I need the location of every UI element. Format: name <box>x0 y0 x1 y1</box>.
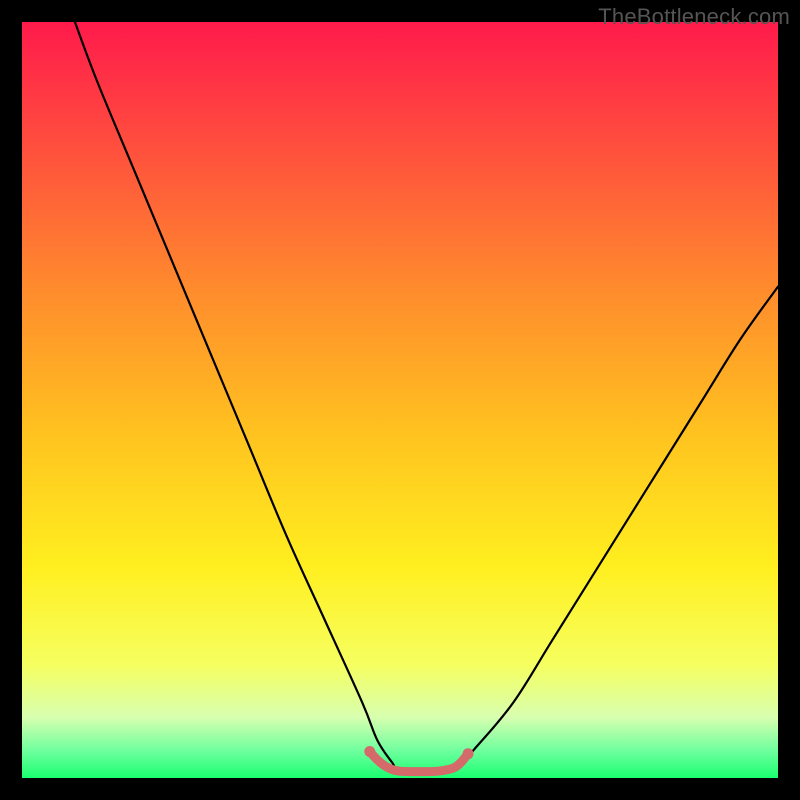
optimal-band-dot <box>364 746 375 757</box>
watermark-label: TheBottleneck.com <box>598 4 790 30</box>
chart-curves <box>22 22 778 778</box>
chart-stage: TheBottleneck.com <box>0 0 800 800</box>
optimal-band-dot <box>463 748 474 759</box>
plot-area <box>22 22 778 778</box>
bottleneck-curve-path <box>75 22 778 771</box>
optimal-band-path <box>370 752 468 772</box>
